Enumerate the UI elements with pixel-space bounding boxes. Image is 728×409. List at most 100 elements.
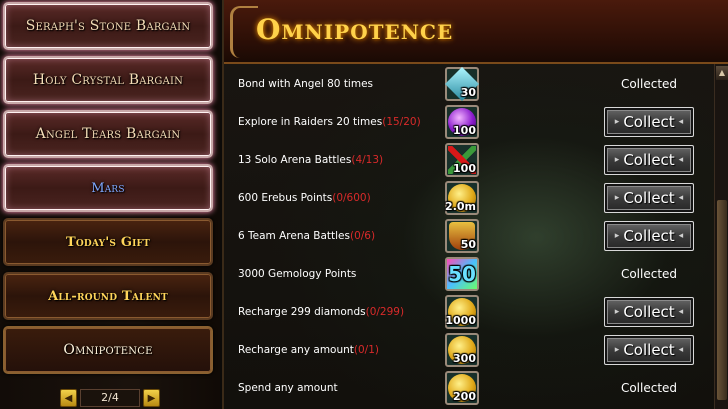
- task-description: Bond with Angel 80 times: [238, 77, 443, 91]
- angel-crystal-icon: 30: [445, 67, 479, 101]
- task-row: 3000 Gemology Points 50 Collected: [238, 255, 700, 293]
- menu-mars[interactable]: Mars: [3, 164, 213, 212]
- chevron-left-icon: ◂: [678, 345, 684, 355]
- menu-holy-crystal-bargain[interactable]: Holy Crystal Bargain: [3, 56, 213, 104]
- task-progress: (0/1): [353, 344, 379, 356]
- shield-badge-icon: 50: [445, 219, 479, 253]
- task-label: Recharge 299 diamonds: [238, 306, 366, 318]
- menu-label: Seraph's Stone Bargain: [25, 18, 191, 34]
- task-progress: (0/299): [365, 306, 405, 318]
- reward-quantity: 1000: [445, 314, 476, 327]
- reward-quantity: 100: [453, 124, 476, 137]
- reward-quantity: 50: [448, 262, 476, 286]
- task-label: 6 Team Arena Battles: [238, 230, 350, 242]
- menu-seraphs-stone-bargain[interactable]: Seraph's Stone Bargain: [3, 2, 213, 50]
- title-ornament-icon: [230, 6, 258, 58]
- triangle-left-icon: ◀: [64, 392, 73, 404]
- collect-button[interactable]: ▸ Collect ◂: [604, 335, 694, 365]
- collect-button[interactable]: ▸ Collect ◂: [604, 183, 694, 213]
- task-progress: (0/600): [332, 192, 371, 204]
- collect-button[interactable]: ▸ Collect ◂: [604, 221, 694, 251]
- collect-button[interactable]: ▸ Collect ◂: [604, 145, 694, 175]
- gem-icon: 50: [445, 257, 479, 291]
- gold-coin-icon: 200: [445, 371, 479, 405]
- menu-label: Holy Crystal Bargain: [32, 72, 184, 88]
- task-progress: (4/13): [351, 154, 384, 166]
- event-sidebar: Seraph's Stone Bargain Holy Crystal Barg…: [0, 0, 220, 409]
- task-row: Spend any amount 200 Collected: [238, 369, 700, 407]
- crossed-swords-icon: 100: [445, 143, 479, 177]
- task-row: Recharge any amount(0/1) 300 ▸ Collect ◂: [238, 331, 700, 369]
- menu-all-round-talent[interactable]: All-round Talent: [3, 272, 213, 320]
- task-description: Explore in Raiders 20 times(15/20): [238, 115, 443, 129]
- task-description: 6 Team Arena Battles(0/6): [238, 229, 443, 243]
- scroll-up-button[interactable]: ▲: [716, 66, 728, 80]
- collected-status: Collected: [620, 381, 678, 395]
- task-row: Explore in Raiders 20 times(15/20) 100 ▸…: [238, 103, 700, 141]
- menu-label: Mars: [91, 180, 125, 196]
- menu-label: All-round Talent: [48, 288, 168, 304]
- task-label: Bond with Angel 80 times: [238, 78, 374, 90]
- task-label: Recharge any amount: [238, 344, 354, 356]
- reward-quantity: 200: [453, 390, 476, 403]
- collect-label: Collect: [623, 113, 675, 131]
- event-panel: Omnipotence Bond with Angel 80 times 30 …: [222, 0, 728, 409]
- task-label: 13 Solo Arena Battles: [238, 154, 352, 166]
- collected-status: Collected: [620, 267, 678, 281]
- chevron-right-icon: ▸: [614, 117, 620, 127]
- chevron-right-icon: ▸: [614, 231, 620, 241]
- collect-button[interactable]: ▸ Collect ◂: [604, 107, 694, 137]
- menu-omnipotence[interactable]: Omnipotence: [3, 326, 213, 374]
- task-list-scrollbar[interactable]: ▲: [714, 64, 728, 409]
- title-bar: Omnipotence: [224, 0, 728, 64]
- gold-coin-icon: 1000: [445, 295, 479, 329]
- collect-label: Collect: [623, 189, 675, 207]
- task-description: Recharge 299 diamonds(0/299): [238, 305, 443, 319]
- gold-coin-icon: 2.0m: [445, 181, 479, 215]
- reward-quantity: 2.0m: [445, 200, 476, 213]
- menu-label: Angel Tears Bargain: [35, 126, 181, 142]
- purple-orb-icon: 100: [445, 105, 479, 139]
- reward-quantity: 50: [460, 238, 476, 251]
- chevron-left-icon: ◂: [678, 117, 684, 127]
- reward-quantity: 30: [460, 86, 476, 99]
- chevron-left-icon: ◂: [678, 193, 684, 203]
- task-label: 3000 Gemology Points: [238, 268, 357, 280]
- task-progress: (0/6): [349, 230, 376, 242]
- task-description: 13 Solo Arena Battles(4/13): [238, 153, 443, 167]
- collect-button[interactable]: ▸ Collect ◂: [604, 297, 694, 327]
- task-description: Spend any amount: [238, 381, 443, 395]
- task-row: 13 Solo Arena Battles(4/13) 100 ▸ Collec…: [238, 141, 700, 179]
- task-row: 600 Erebus Points(0/600) 2.0m ▸ Collect …: [238, 179, 700, 217]
- page-indicator: 2/4: [80, 389, 140, 407]
- chevron-left-icon: ◂: [678, 155, 684, 165]
- task-description: Recharge any amount(0/1): [238, 343, 443, 357]
- task-description: 600 Erebus Points(0/600): [238, 191, 443, 205]
- collect-label: Collect: [623, 341, 675, 359]
- next-page-button[interactable]: ▶: [143, 389, 160, 407]
- task-label: Spend any amount: [238, 382, 338, 394]
- triangle-right-icon: ▶: [147, 392, 156, 404]
- collect-label: Collect: [623, 151, 675, 169]
- task-row: Recharge 299 diamonds(0/299) 1000 ▸ Coll…: [238, 293, 700, 331]
- collect-label: Collect: [623, 303, 675, 321]
- page-title: Omnipotence: [256, 13, 454, 46]
- scroll-thumb[interactable]: [717, 200, 727, 400]
- menu-todays-gift[interactable]: Today's Gift: [3, 218, 213, 266]
- menu-label: Omnipotence: [63, 342, 153, 358]
- gold-coin-icon: 300: [445, 333, 479, 367]
- chevron-left-icon: ◂: [678, 307, 684, 317]
- chevron-right-icon: ▸: [614, 345, 620, 355]
- arrow-up-icon: ▲: [718, 68, 726, 77]
- menu-angel-tears-bargain[interactable]: Angel Tears Bargain: [3, 110, 213, 158]
- task-progress: (15/20): [382, 116, 421, 128]
- task-row: 6 Team Arena Battles(0/6) 50 ▸ Collect ◂: [238, 217, 700, 255]
- collected-status: Collected: [620, 77, 678, 91]
- menu-label: Today's Gift: [65, 234, 151, 250]
- reward-quantity: 100: [453, 162, 476, 175]
- task-label: 600 Erebus Points: [238, 192, 333, 204]
- prev-page-button[interactable]: ◀: [60, 389, 77, 407]
- task-label: Explore in Raiders 20 times: [238, 116, 383, 128]
- collect-label: Collect: [623, 227, 675, 245]
- task-description: 3000 Gemology Points: [238, 267, 443, 281]
